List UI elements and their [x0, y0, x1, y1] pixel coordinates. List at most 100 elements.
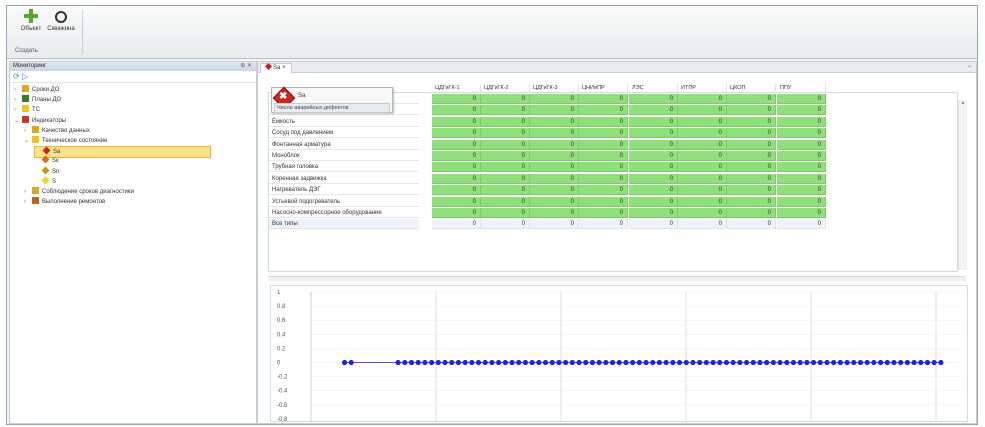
tree-item[interactable]: ⌄ Техническое состояние	[24, 136, 107, 146]
expand-arrow-icon[interactable]: ›	[14, 105, 22, 115]
grid-cell[interactable]: 0	[432, 128, 481, 139]
grid-cell[interactable]: 0	[629, 94, 678, 104]
grid-cell[interactable]: 0	[678, 162, 727, 173]
grid-cell[interactable]: 0	[432, 219, 481, 230]
grid-cell[interactable]: 0	[629, 219, 678, 230]
column-header[interactable]: ЦДГиГК-3	[530, 84, 579, 93]
grid-cell[interactable]: 0	[530, 128, 579, 139]
panel-controls[interactable]: ⊕ ✕	[240, 62, 252, 71]
grid-cell[interactable]: 0	[579, 219, 628, 230]
grid-cell[interactable]: 0	[629, 173, 678, 184]
grid-cell[interactable]: 0	[481, 139, 530, 150]
tab-sa[interactable]: Sа ×	[260, 62, 292, 73]
expand-arrow-icon[interactable]: ⌄	[24, 136, 32, 146]
grid-cell[interactable]: 0	[678, 219, 727, 230]
grid-cell[interactable]: 0	[432, 208, 481, 218]
grid-cell[interactable]: 0	[530, 219, 579, 230]
grid-cell[interactable]: 0	[530, 196, 579, 207]
grid-cell[interactable]: 0	[727, 151, 776, 161]
grid-cell[interactable]: 0	[727, 162, 776, 173]
grid-cell[interactable]: 0	[629, 139, 678, 150]
grid-cell[interactable]: 0	[777, 173, 826, 184]
create-well-button[interactable]: Скважина	[43, 9, 79, 45]
column-header[interactable]: ЦНИиПР	[579, 84, 628, 93]
grid-cell[interactable]: 0	[530, 105, 579, 116]
grid-cell[interactable]: 0	[727, 94, 776, 104]
grid-cell[interactable]: 0	[530, 139, 579, 150]
grid-cell[interactable]: 0	[432, 116, 481, 127]
grid-cell[interactable]: 0	[530, 162, 579, 173]
grid-cell[interactable]: 0	[678, 128, 727, 139]
grid-cell[interactable]: 0	[432, 105, 481, 116]
tree-item[interactable]: Sк	[34, 155, 59, 166]
tree-item[interactable]: Sп	[34, 166, 59, 177]
tree-item[interactable]: › Качество данных	[24, 125, 90, 136]
grid-cell[interactable]: 0	[629, 105, 678, 116]
grid-cell[interactable]: 0	[727, 185, 776, 196]
grid-cell[interactable]: 0	[481, 173, 530, 184]
grid-cell[interactable]: 0	[481, 105, 530, 116]
grid-cell[interactable]: 0	[579, 208, 628, 218]
grid-cell[interactable]: 0	[579, 162, 628, 173]
grid-cell[interactable]: 0	[432, 196, 481, 207]
grid-cell[interactable]: 0	[678, 173, 727, 184]
grid-cell[interactable]: 0	[727, 139, 776, 150]
column-header[interactable]: ЦДГиГК-1	[432, 84, 481, 93]
splitter[interactable]	[268, 276, 966, 281]
grid-cell[interactable]: 0	[777, 196, 826, 207]
grid-cell[interactable]: 0	[481, 196, 530, 207]
grid-cell[interactable]: 0	[727, 105, 776, 116]
expand-arrow-icon[interactable]: ⌄	[14, 116, 22, 126]
grid-cell[interactable]: 0	[579, 151, 628, 161]
grid-cell[interactable]: 0	[727, 173, 776, 184]
grid-cell[interactable]: 0	[629, 185, 678, 196]
grid-cell[interactable]: 0	[678, 94, 727, 104]
chevron-down-icon[interactable]: ⌄	[967, 62, 972, 69]
grid-cell[interactable]: 0	[629, 162, 678, 173]
grid-cell[interactable]: 0	[530, 208, 579, 218]
grid-cell[interactable]: 0	[432, 162, 481, 173]
grid-cell[interactable]: 0	[678, 139, 727, 150]
expand-arrow-icon[interactable]: ›	[24, 187, 32, 197]
grid-cell[interactable]: 0	[579, 173, 628, 184]
grid-cell[interactable]: 0	[777, 162, 826, 173]
tree-item[interactable]: S	[34, 176, 56, 187]
grid-cell[interactable]: 0	[579, 185, 628, 196]
grid-cell[interactable]: 0	[678, 151, 727, 161]
grid-cell[interactable]: 0	[481, 151, 530, 161]
expand-arrow-icon[interactable]: ›	[14, 85, 22, 95]
grid-cell[interactable]: 0	[579, 196, 628, 207]
tree-item[interactable]: › Выполнение ремонтов	[24, 197, 105, 207]
grid-cell[interactable]: 0	[481, 116, 530, 127]
grid-cell[interactable]: 0	[530, 116, 579, 127]
column-header[interactable]: ППУ	[777, 84, 826, 93]
grid-cell[interactable]: 0	[777, 219, 826, 230]
grid-cell[interactable]: 0	[530, 185, 579, 196]
grid-cell[interactable]: 0	[629, 128, 678, 139]
grid-cell[interactable]: 0	[678, 105, 727, 116]
tree-item[interactable]: › Сроки ДО	[14, 85, 59, 95]
tree-item[interactable]: ⌄ Индикаторы	[14, 115, 66, 126]
grid-cell[interactable]: 0	[579, 128, 628, 139]
grid-cell[interactable]: 0	[579, 94, 628, 104]
grid-cell[interactable]: 0	[727, 208, 776, 218]
grid-cell[interactable]: 0	[727, 219, 776, 230]
grid-cell[interactable]: 0	[777, 116, 826, 127]
grid-cell[interactable]: 0	[777, 151, 826, 161]
column-header[interactable]: ИТПР	[678, 84, 727, 93]
grid-cell[interactable]: 0	[678, 208, 727, 218]
column-header[interactable]: ЦКОП	[727, 84, 776, 93]
grid-cell[interactable]: 0	[432, 173, 481, 184]
refresh-icon[interactable]: ⟳	[13, 72, 20, 81]
grid-cell[interactable]: 0	[629, 196, 678, 207]
grid-cell[interactable]: 0	[481, 94, 530, 104]
grid-cell[interactable]: 0	[530, 151, 579, 161]
grid-cell[interactable]: 0	[777, 185, 826, 196]
grid-cell[interactable]: 0	[777, 94, 826, 104]
tree-item[interactable]: › ТС	[14, 105, 40, 115]
grid-cell[interactable]: 0	[629, 116, 678, 127]
expand-arrow-icon[interactable]: ›	[24, 126, 32, 136]
column-header[interactable]: ЦДГиГК-2	[481, 84, 530, 93]
grid-cell[interactable]: 0	[481, 219, 530, 230]
tree-item[interactable]: Sа	[34, 146, 212, 159]
